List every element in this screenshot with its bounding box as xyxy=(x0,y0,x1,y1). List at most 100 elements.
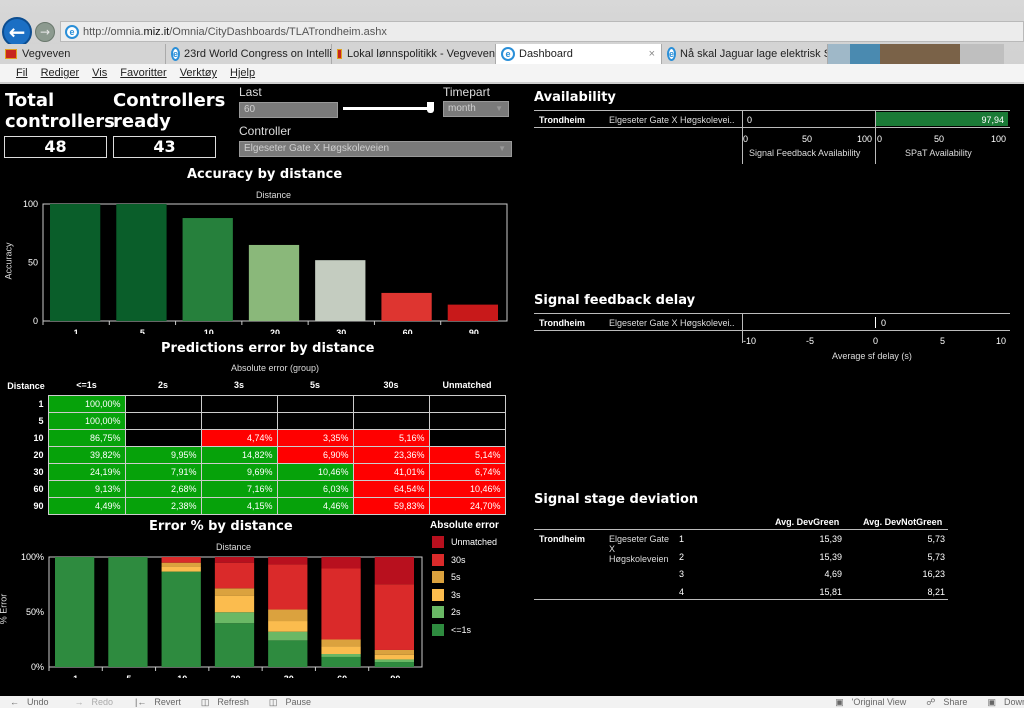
error-cell[interactable]: 4,15% xyxy=(200,496,278,515)
stack-segment-1s[interactable] xyxy=(161,571,201,667)
stack-segment-1s[interactable] xyxy=(321,656,361,667)
legend-item[interactable]: 5s xyxy=(432,571,461,583)
error-cell[interactable]: 24,70% xyxy=(428,496,506,515)
stack-segment-3s[interactable] xyxy=(321,646,361,655)
menu-verktoy[interactable]: Verktøy xyxy=(180,67,217,79)
menu-fil[interactable]: Fil xyxy=(16,67,28,79)
forward-button[interactable]: → xyxy=(35,22,55,42)
legend-item[interactable]: Unmatched xyxy=(432,536,497,548)
accuracy-bar[interactable] xyxy=(116,204,167,321)
undo-button[interactable]: Undo xyxy=(27,697,49,707)
stack-segment-1s[interactable] xyxy=(55,557,95,667)
accuracy-bar[interactable] xyxy=(248,244,300,321)
stack-segment-unmatched[interactable] xyxy=(321,557,361,569)
stack-segment-30s[interactable] xyxy=(268,564,308,610)
error-cell[interactable] xyxy=(276,394,354,413)
stack-segment-30s[interactable] xyxy=(161,557,201,563)
error-cell[interactable]: 5,16% xyxy=(352,428,430,447)
error-cell[interactable]: 41,01% xyxy=(352,462,430,481)
error-cell[interactable]: 6,74% xyxy=(428,462,506,481)
stack-segment-5s[interactable] xyxy=(374,649,414,655)
error-cell[interactable]: 24,19% xyxy=(47,462,126,481)
back-button[interactable]: ← xyxy=(2,17,32,47)
refresh-button[interactable]: Refresh xyxy=(217,697,249,707)
accuracy-bar[interactable] xyxy=(447,304,498,321)
last-input[interactable]: 60 xyxy=(239,102,338,118)
stack-segment-5s[interactable] xyxy=(161,562,201,567)
redo-button[interactable]: Redo xyxy=(92,697,114,707)
error-cell[interactable]: 100,00% xyxy=(47,411,126,430)
stack-segment-3s[interactable] xyxy=(268,621,308,632)
error-cell[interactable]: 9,69% xyxy=(200,462,278,481)
stack-segment-unmatched[interactable] xyxy=(268,557,308,565)
legend-item[interactable]: 30s xyxy=(432,553,466,566)
stack-segment-5s[interactable] xyxy=(321,639,361,647)
accuracy-bar[interactable] xyxy=(315,260,366,321)
error-cell[interactable] xyxy=(428,428,506,447)
stack-segment-5s[interactable] xyxy=(268,609,308,622)
error-cell[interactable] xyxy=(124,394,202,413)
tab-lonnspolitikk[interactable]: Lokal lønnspolitikk - Vegveven xyxy=(332,44,496,64)
error-cell[interactable]: 6,90% xyxy=(276,445,354,464)
accuracy-bar[interactable] xyxy=(182,218,233,321)
timepart-dropdown[interactable]: month ▼ xyxy=(443,101,509,117)
error-cell[interactable]: 5,14% xyxy=(428,445,506,464)
error-cell[interactable] xyxy=(200,411,278,430)
legend-item[interactable]: 3s xyxy=(432,588,461,601)
revert-button[interactable]: Revert xyxy=(154,697,181,707)
error-cell[interactable]: 3,35% xyxy=(276,428,354,447)
menu-rediger[interactable]: Rediger xyxy=(41,67,80,79)
error-cell[interactable]: 7,91% xyxy=(124,462,202,481)
menu-favoritter[interactable]: Favoritter xyxy=(120,67,166,79)
error-cell[interactable]: 4,46% xyxy=(276,496,354,515)
error-cell[interactable]: 2,38% xyxy=(124,496,202,515)
pause-button[interactable]: Pause xyxy=(285,697,311,707)
tab-world-congress[interactable]: e 23rd World Congress on Intelli... xyxy=(166,44,332,64)
legend-item[interactable]: <=1s xyxy=(432,623,471,636)
menu-vis[interactable]: Vis xyxy=(92,67,107,79)
new-tab-button[interactable] xyxy=(828,44,850,64)
tab-dashboard[interactable]: e Dashboard × xyxy=(496,44,662,64)
error-cell[interactable] xyxy=(352,411,430,430)
error-cell[interactable]: 7,16% xyxy=(200,479,278,498)
share-button[interactable]: Share xyxy=(943,697,967,707)
error-cell[interactable] xyxy=(352,394,430,413)
controller-dropdown[interactable]: Elgeseter Gate X Høgskoleveien ▼ xyxy=(239,141,512,157)
stack-segment-30s[interactable] xyxy=(374,584,414,650)
error-cell[interactable] xyxy=(276,411,354,430)
error-cell[interactable] xyxy=(428,411,506,430)
error-cell[interactable] xyxy=(124,411,202,430)
error-cell[interactable]: 59,83% xyxy=(352,496,430,515)
error-cell[interactable]: 4,74% xyxy=(200,428,278,447)
address-bar[interactable]: e http://omnia. miz.it/Omnia/CityDashboar… xyxy=(60,21,1024,42)
error-cell[interactable]: 9,13% xyxy=(47,479,126,498)
stack-segment-3s[interactable] xyxy=(161,566,201,572)
legend-item[interactable]: 2s xyxy=(432,606,461,618)
stack-segment-2s[interactable] xyxy=(268,631,308,641)
slider-handle[interactable] xyxy=(427,102,434,113)
accuracy-bar[interactable] xyxy=(50,204,101,321)
tab-jaguar[interactable]: eNå skal Jaguar lage elektrisk SUV xyxy=(662,44,828,64)
stack-segment-3s[interactable] xyxy=(374,654,414,660)
stack-segment-unmatched[interactable] xyxy=(374,557,414,585)
last-slider[interactable] xyxy=(343,107,431,110)
menu-hjelp[interactable]: Hjelp xyxy=(230,67,255,79)
download-button[interactable]: Download xyxy=(1004,697,1024,707)
error-cell[interactable]: 10,46% xyxy=(276,462,354,481)
stack-segment-1s[interactable] xyxy=(268,640,308,667)
close-icon[interactable]: × xyxy=(649,48,655,60)
stack-segment-2s[interactable] xyxy=(214,612,255,624)
tab-vegveven[interactable]: Vegveven xyxy=(0,44,166,64)
error-cell[interactable]: 86,75% xyxy=(47,428,126,447)
error-cell[interactable] xyxy=(428,394,506,413)
error-cell[interactable]: 10,46% xyxy=(428,479,506,498)
error-cell[interactable] xyxy=(200,394,278,413)
stack-segment-5s[interactable] xyxy=(214,588,255,596)
error-cell[interactable]: 4,49% xyxy=(47,496,126,515)
error-cell[interactable] xyxy=(124,428,202,447)
error-cell[interactable]: 39,82% xyxy=(47,445,126,464)
stack-segment-2s[interactable] xyxy=(374,659,414,663)
stack-segment-30s[interactable] xyxy=(214,562,255,589)
stack-segment-30s[interactable] xyxy=(321,568,361,640)
stack-segment-2s[interactable] xyxy=(321,654,361,657)
